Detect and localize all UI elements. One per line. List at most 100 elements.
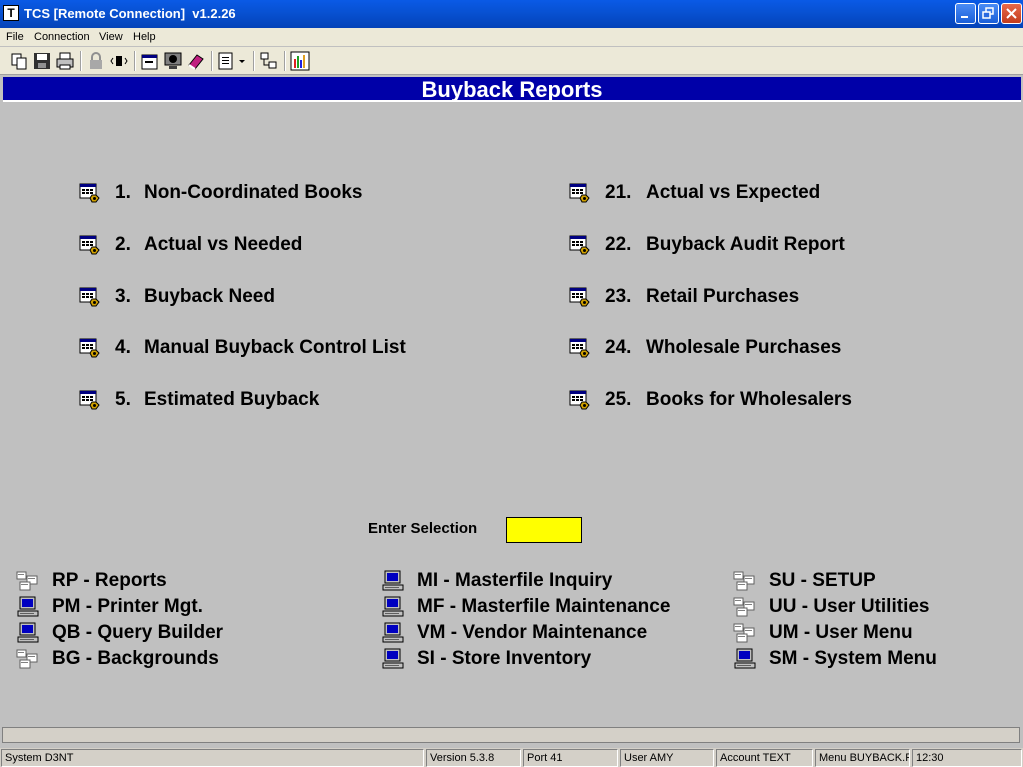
chart-icon[interactable] [290, 51, 310, 71]
menu-icon [16, 570, 40, 592]
menu-help[interactable]: Help [133, 28, 156, 46]
report-item[interactable]: 4. Manual Buyback Control List [79, 335, 459, 361]
restore-icon [982, 7, 994, 19]
save-icon[interactable] [32, 51, 52, 71]
page-title: Buyback Reports [3, 77, 1021, 102]
menu-view[interactable]: View [99, 28, 123, 46]
report-number: 2. [115, 233, 131, 255]
menu-icon [733, 596, 757, 618]
computer-icon [733, 648, 757, 670]
nav-menu-label: SM - System Menu [769, 648, 937, 669]
computer-icon [16, 596, 40, 618]
computer-icon [381, 648, 405, 670]
status-account: Account TEXT [716, 749, 813, 767]
report-item[interactable]: 2. Actual vs Needed [79, 232, 459, 258]
nav-menu-label: BG - Backgrounds [52, 648, 219, 669]
report-number: 22. [605, 233, 632, 255]
print-icon[interactable] [55, 51, 75, 71]
report-number: 24. [605, 337, 632, 359]
report-number: 3. [115, 285, 131, 307]
report-label: Estimated Buyback [144, 389, 320, 410]
report-icon [79, 287, 101, 307]
report-item[interactable]: 3. Buyback Need [79, 284, 459, 310]
lock-icon[interactable] [86, 51, 106, 71]
status-system: System D3NT [1, 749, 424, 767]
status-port: Port 41 [523, 749, 618, 767]
nav-menu-item[interactable]: VM - Vendor Maintenance [381, 621, 701, 645]
report-item[interactable]: 24. Wholesale Purchases [569, 335, 949, 361]
minimize-icon [961, 16, 968, 18]
menu-icon [733, 622, 757, 644]
report-item[interactable]: 1. Non-Coordinated Books [79, 180, 459, 206]
command-bar[interactable] [2, 727, 1020, 743]
nav-menu-label: UM - User Menu [769, 622, 913, 643]
close-icon [1006, 8, 1017, 19]
network-icon[interactable] [259, 51, 279, 71]
status-menu: Menu BUYBACK.R [815, 749, 910, 767]
nav-menu-item[interactable]: RP - Reports [16, 569, 336, 593]
book-icon[interactable] [186, 51, 206, 71]
report-item[interactable]: 23. Retail Purchases [569, 284, 949, 310]
nav-menu-label: UU - User Utilities [769, 596, 930, 617]
menu-bar: File Connection View Help [0, 28, 1023, 46]
report-label: Buyback Audit Report [646, 233, 845, 255]
report-icon [79, 390, 101, 410]
computer-icon [381, 570, 405, 592]
report-icon [79, 183, 101, 203]
nav-menu-item[interactable]: SU - SETUP [733, 569, 1023, 593]
nav-menu-item[interactable]: QB - Query Builder [16, 621, 336, 645]
sound-icon[interactable] [109, 51, 129, 71]
copy-icon[interactable] [9, 51, 29, 71]
nav-menu-label: PM - Printer Mgt. [52, 596, 203, 617]
restore-button[interactable] [978, 3, 999, 24]
toolbar-separator [134, 51, 136, 71]
report-icon [79, 235, 101, 255]
report-item[interactable]: 22. Buyback Audit Report [569, 232, 949, 258]
toolbar-separator [80, 51, 82, 71]
report-label: Retail Purchases [646, 285, 800, 307]
menu-file[interactable]: File [6, 28, 24, 46]
report-number: 5. [115, 389, 131, 410]
nav-menu-label: SU - SETUP [769, 570, 876, 591]
computer-icon [16, 622, 40, 644]
status-time: 12:30 [912, 749, 1022, 767]
nav-menu-item[interactable]: UM - User Menu [733, 621, 1023, 645]
document-dropdown-icon[interactable] [217, 51, 247, 71]
computer-icon [381, 596, 405, 618]
nav-menu-item[interactable]: MI - Masterfile Inquiry [381, 569, 701, 593]
report-icon [569, 183, 591, 203]
app-icon[interactable]: T [3, 5, 19, 21]
report-item[interactable]: 5. Estimated Buyback [79, 387, 459, 413]
close-button[interactable] [1001, 3, 1022, 24]
toolbar-separator [253, 51, 255, 71]
minimize-button[interactable] [955, 3, 976, 24]
toolbar-separator [284, 51, 286, 71]
menu-icon [733, 570, 757, 592]
report-number: 1. [115, 182, 131, 203]
report-label: Non-Coordinated Books [144, 182, 363, 203]
status-version: Version 5.3.8 [426, 749, 521, 767]
nav-menu-item[interactable]: SM - System Menu [733, 647, 1023, 671]
nav-menu-item[interactable]: SI - Store Inventory [381, 647, 701, 671]
selection-label: Enter Selection [368, 520, 478, 537]
monitor-icon[interactable] [163, 51, 183, 71]
report-icon [569, 287, 591, 307]
nav-menu-item[interactable]: MF - Masterfile Maintenance [381, 595, 701, 619]
nav-menu-item[interactable]: UU - User Utilities [733, 595, 1023, 619]
report-item[interactable]: 21. Actual vs Expected [569, 180, 949, 206]
menu-connection[interactable]: Connection [34, 28, 90, 46]
report-label: Buyback Need [144, 285, 275, 307]
selection-input[interactable] [506, 517, 582, 543]
report-item[interactable]: 25. Books for Wholesalers [569, 387, 949, 413]
report-icon [569, 390, 591, 410]
report-number: 25. [605, 389, 632, 410]
report-icon [569, 235, 591, 255]
nav-menu-label: RP - Reports [52, 570, 167, 591]
report-number: 4. [115, 337, 131, 359]
properties-icon[interactable] [140, 51, 160, 71]
nav-menu-item[interactable]: BG - Backgrounds [16, 647, 336, 671]
title-bar[interactable]: T TCS [Remote Connection] v1.2.26 [0, 0, 1023, 28]
nav-menu-item[interactable]: PM - Printer Mgt. [16, 595, 336, 619]
toolbar-separator [211, 51, 213, 71]
report-label: Manual Buyback Control List [144, 337, 406, 359]
